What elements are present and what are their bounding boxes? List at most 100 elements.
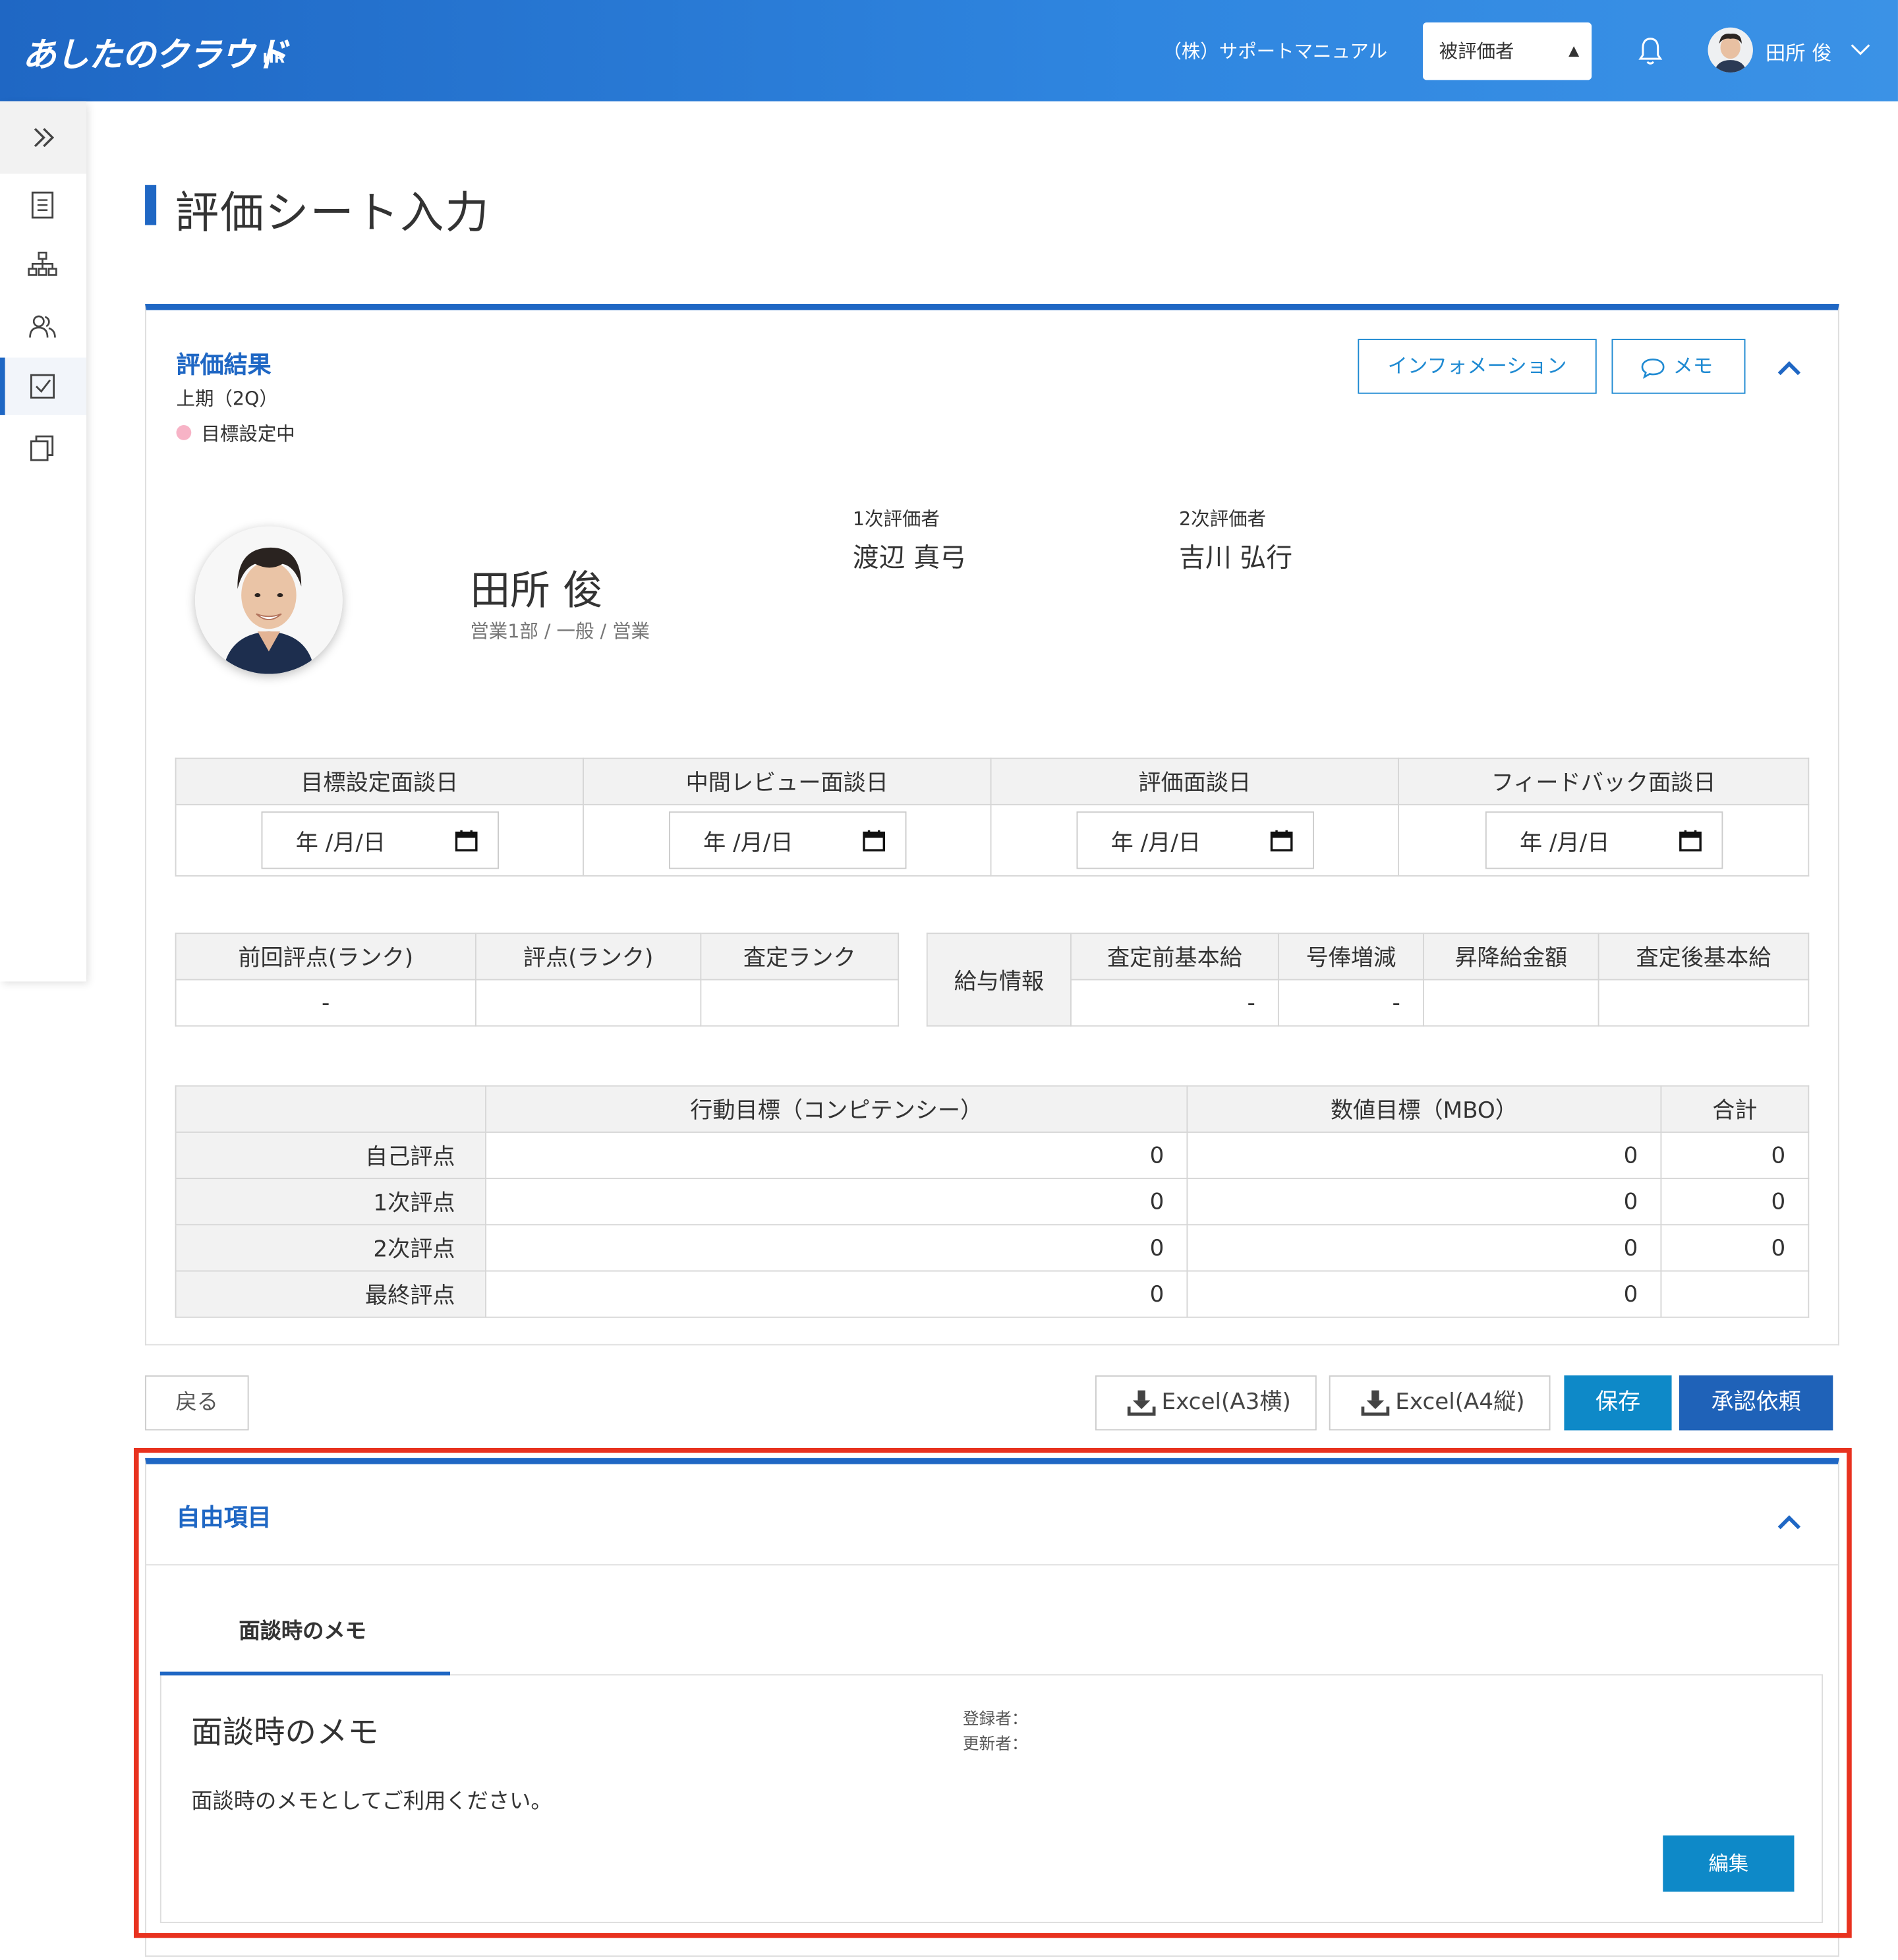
sidebar-item-users[interactable] — [0, 298, 86, 355]
approval-request-button[interactable]: 承認依頼 — [1679, 1375, 1833, 1431]
double-chevron-right-icon — [34, 128, 55, 148]
interview-header-evaluation: 評価面談日 — [990, 757, 1399, 805]
rank-header-previous: 前回評点(ランク) — [175, 933, 476, 981]
rank-header-assessment: 査定ランク — [700, 933, 900, 981]
org-chart-icon — [28, 251, 57, 276]
sidebar-item-organization[interactable] — [0, 237, 86, 294]
score-row-label: 1次評点 — [175, 1178, 487, 1226]
rank-header-score: 評点(ランク) — [474, 933, 702, 981]
save-button[interactable]: 保存 — [1564, 1375, 1672, 1431]
score-cell-mbo: 0 — [1186, 1178, 1662, 1226]
select-arrows-icon: ▲ — [1568, 42, 1580, 59]
speech-bubble-icon — [1641, 359, 1665, 379]
table-row: 2次評点 0 0 0 — [175, 1224, 1810, 1272]
role-select[interactable]: 被評価者 ▲ — [1423, 22, 1592, 80]
sidebar-item-documents[interactable] — [0, 177, 86, 234]
period-label: 上期（2Q） — [176, 388, 278, 411]
copy-icon — [30, 435, 54, 461]
sidebar-item-evaluation[interactable] — [0, 357, 86, 415]
score-row-label: 自己評点 — [175, 1131, 487, 1180]
score-header-total: 合計 — [1660, 1085, 1810, 1133]
score-cell-mbo: 0 — [1186, 1270, 1662, 1318]
score-cell-competency: 0 — [485, 1270, 1188, 1318]
back-button[interactable]: 戻る — [145, 1375, 249, 1431]
salary-value-step: - — [1277, 979, 1424, 1027]
highlight-frame — [134, 1447, 1852, 1938]
bell-icon[interactable] — [1636, 35, 1666, 67]
interview-header-midreview: 中間レビュー面談日 — [583, 757, 992, 805]
evaluator2-label: 2次評価者 — [1179, 507, 1267, 531]
table-row: 最終評点 0 0 — [175, 1270, 1810, 1318]
role-select-value: 被評価者 — [1439, 40, 1514, 63]
score-table: 行動目標（コンピテンシー） 数値目標（MBO） 合計 自己評点 0 0 0 1次… — [175, 1085, 1810, 1318]
excel-a3-label: Excel(A3横) — [1161, 1389, 1291, 1416]
sidebar-toggle[interactable] — [0, 101, 86, 174]
midreview-interview-date-input[interactable]: 年 /月/日 — [668, 811, 906, 869]
salary-value-raise — [1423, 979, 1599, 1027]
calendar-icon[interactable] — [862, 829, 885, 851]
score-header-mbo: 数値目標（MBO） — [1186, 1085, 1662, 1133]
app-logo[interactable]: あしたのクラウド — [22, 28, 288, 76]
salary-header-step: 号俸増減 — [1277, 933, 1424, 981]
salary-header-raise: 昇降給金額 — [1423, 933, 1599, 981]
chevron-down-icon[interactable] — [1851, 40, 1870, 58]
evaluation-interview-date-input[interactable]: 年 /月/日 — [1076, 811, 1314, 869]
score-cell-total: 0 — [1660, 1131, 1810, 1180]
checklist-icon — [30, 374, 55, 399]
employee-name: 田所 俊 — [470, 566, 603, 614]
score-cell-mbo: 0 — [1186, 1224, 1662, 1272]
score-cell-competency: 0 — [485, 1224, 1188, 1272]
score-cell-total: 0 — [1660, 1178, 1810, 1226]
table-row: 自己評点 0 0 0 — [175, 1131, 1810, 1180]
score-header-blank — [175, 1085, 487, 1133]
rank-table: 前回評点(ランク) 評点(ランク) 査定ランク - — [175, 933, 900, 1027]
calendar-icon[interactable] — [1269, 829, 1292, 851]
memo-button-label: メモ — [1673, 353, 1713, 378]
rank-value-previous: - — [175, 979, 476, 1027]
evaluator2-name: 吉川 弘行 — [1179, 542, 1293, 573]
rank-value-score — [474, 979, 702, 1027]
user-avatar[interactable] — [1708, 27, 1753, 73]
excel-a4-button[interactable]: Excel(A4縦) — [1329, 1375, 1551, 1431]
status-dot — [176, 425, 192, 440]
score-cell-total: 0 — [1660, 1224, 1810, 1272]
information-button[interactable]: インフォメーション — [1358, 339, 1597, 394]
score-header-competency: 行動目標（コンピテンシー） — [485, 1085, 1188, 1133]
employee-photo — [194, 526, 343, 674]
download-icon — [1361, 1390, 1390, 1416]
excel-a3-button[interactable]: Excel(A3横) — [1095, 1375, 1317, 1431]
status-label: 目標設定中 — [201, 422, 295, 446]
evaluator1-label: 1次評価者 — [852, 507, 940, 531]
title-accent — [145, 185, 157, 225]
salary-table: 給与情報 査定前基本給 号俸増減 昇降給金額 査定後基本給 - - — [926, 933, 1810, 1027]
employee-dept: 営業1部 / 一般 / 営業 — [470, 620, 650, 643]
interview-dates-table: 目標設定面談日 中間レビュー面談日 評価面談日 フィードバック面談日 年 /月/… — [175, 757, 1810, 877]
excel-a4-label: Excel(A4縦) — [1395, 1389, 1525, 1416]
table-row: 1次評点 0 0 0 — [175, 1178, 1810, 1226]
feedback-interview-date-input[interactable]: 年 /月/日 — [1484, 811, 1723, 869]
goal-interview-date-input[interactable]: 年 /月/日 — [260, 811, 499, 869]
download-icon — [1127, 1390, 1156, 1416]
users-icon — [29, 315, 56, 338]
evaluator1-name: 渡辺 真弓 — [852, 542, 966, 573]
sidebar — [0, 101, 86, 982]
memo-button[interactable]: メモ — [1611, 339, 1746, 394]
collapse-result-icon[interactable] — [1775, 358, 1803, 378]
salary-value-after — [1597, 979, 1810, 1027]
section-title-result: 評価結果 — [176, 351, 272, 379]
salary-value-before: - — [1070, 979, 1279, 1027]
score-cell-total — [1660, 1270, 1810, 1318]
score-cell-competency: 0 — [485, 1178, 1188, 1226]
app-logo-sub: HR — [262, 49, 285, 67]
calendar-icon[interactable] — [1679, 829, 1701, 851]
calendar-icon[interactable] — [454, 829, 477, 851]
document-icon — [31, 191, 54, 219]
salary-label: 給与情報 — [926, 933, 1072, 1027]
sidebar-item-copy[interactable] — [0, 419, 86, 476]
company-name: （株）サポートマニュアル — [1163, 40, 1388, 63]
salary-header-after: 査定後基本給 — [1597, 933, 1810, 981]
salary-header-before: 査定前基本給 — [1070, 933, 1279, 981]
user-name[interactable]: 田所 俊 — [1766, 36, 1832, 67]
score-row-label: 最終評点 — [175, 1270, 487, 1318]
interview-header-goal: 目標設定面談日 — [175, 757, 584, 805]
